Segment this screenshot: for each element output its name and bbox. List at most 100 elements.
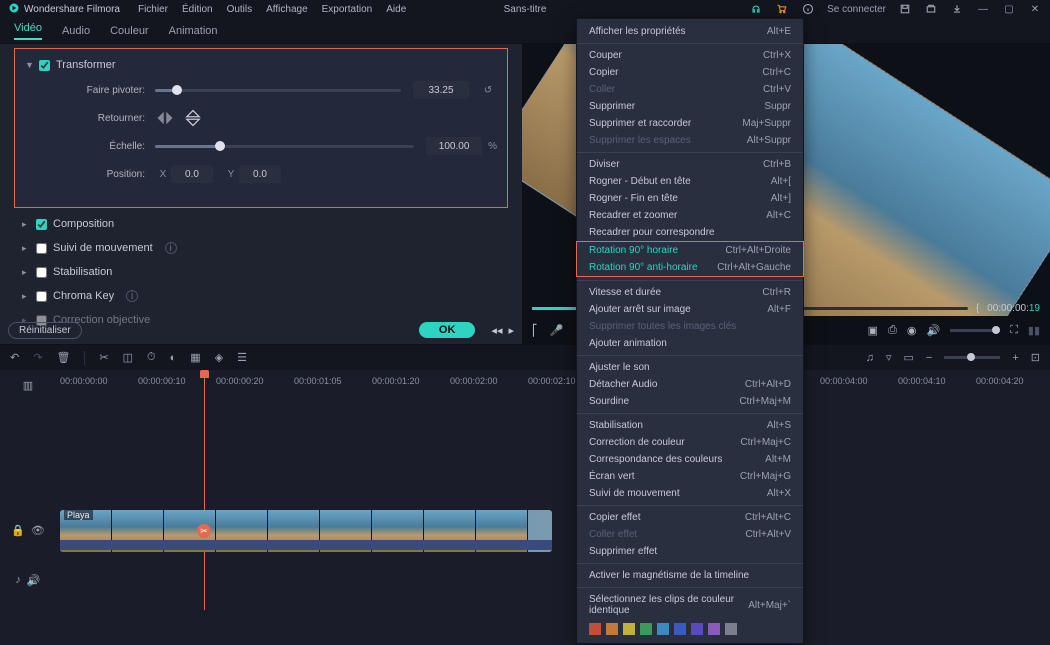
render-icon[interactable]: ▭ [904,351,914,364]
context-menu-item[interactable]: Écran vertCtrl+Maj+G [577,468,803,485]
context-menu-item[interactable]: StabilisationAlt+S [577,417,803,434]
undo-icon[interactable]: ↶ [10,351,19,364]
context-menu-item[interactable]: Activer le magnétisme de la timeline [577,567,803,584]
context-menu-item[interactable]: Suivi de mouvementAlt+X [577,485,803,502]
marker-icon[interactable]: ▿ [886,351,892,364]
context-menu-item[interactable]: DiviserCtrl+B [577,156,803,173]
context-menu-item[interactable]: Recadrer pour correspondre [577,224,803,241]
play-icon[interactable]: ▸ [508,324,514,337]
section-composition[interactable]: ▸Composition [0,212,522,236]
volume-slider[interactable] [950,329,1000,332]
tracking-checkbox[interactable] [36,243,47,254]
context-menu-item[interactable]: Ajouter animation [577,335,803,352]
crop-icon[interactable]: ◫ [123,351,133,364]
menu-file[interactable]: Fichier [138,4,168,15]
context-menu-item[interactable]: SourdineCtrl+Maj+M [577,393,803,410]
context-menu-item[interactable]: Rotation 90° anti-horaireCtrl+Alt+Gauche [577,259,803,276]
pos-y-value[interactable]: 0.0 [239,165,281,183]
rotate-reset-icon[interactable]: ↺ [479,85,497,96]
flip-vertical-icon[interactable] [183,109,203,127]
context-menu-item[interactable]: Correction de couleurCtrl+Maj+C [577,434,803,451]
pos-x-value[interactable]: 0.0 [171,165,213,183]
zoom-out-icon[interactable]: − [926,352,932,364]
tab-audio[interactable]: Audio [62,25,90,37]
voice-icon[interactable]: 🎤 [550,324,564,337]
keyframe-icon[interactable]: ☰ [237,351,247,364]
context-menu-item[interactable]: CopierCtrl+C [577,64,803,81]
track-visibility-icon[interactable]: 👁 [31,524,45,537]
section-stabilization[interactable]: ▸Stabilisation [0,260,522,284]
redo-icon[interactable]: ↷ [33,351,42,364]
record-icon[interactable]: ◉ [907,324,917,337]
color-swatch[interactable] [640,623,652,635]
collapse-icon[interactable]: ▼ [25,60,33,70]
tracking-icon[interactable]: ◈ [215,351,223,364]
rotate-value[interactable]: 33.25 [413,81,469,99]
context-menu-item[interactable]: Copier effetCtrl+Alt+C [577,509,803,526]
zoom-in-icon[interactable]: + [1012,352,1018,364]
section-tracking[interactable]: ▸Suivi de mouvementi [0,236,522,260]
color-swatch[interactable] [606,623,618,635]
tab-video[interactable]: Vidéo [14,22,42,40]
timeline-ruler[interactable]: 00:00:00:0000:00:00:1000:00:00:2000:00:0… [56,370,1050,400]
menu-view[interactable]: Affichage [266,4,308,15]
delete-icon[interactable]: 🗑 [56,351,70,364]
context-menu-item[interactable]: Recadrer et zoomerAlt+C [577,207,803,224]
cut-marker-icon[interactable]: ✂ [197,524,211,538]
download-icon[interactable] [950,2,964,16]
speed-icon[interactable]: ⏱ [147,351,156,364]
stabilization-checkbox[interactable] [36,267,47,278]
context-menu-item[interactable]: Supprimer et raccorderMaj+Suppr [577,115,803,132]
info-icon[interactable] [801,2,815,16]
color-icon[interactable]: ◐ [170,352,177,364]
meter-icon[interactable]: ▮▮ [1028,324,1040,337]
context-menu-item[interactable]: Sélectionnez les clips de couleur identi… [577,591,803,619]
snapshot-icon[interactable]: ⎙ [888,324,897,337]
color-swatch[interactable] [725,623,737,635]
rotate-slider[interactable] [155,89,401,92]
timeline-clip[interactable]: Playa [60,510,552,552]
tab-color[interactable]: Couleur [110,25,149,37]
flip-horizontal-icon[interactable] [155,109,175,127]
context-menu-item[interactable]: Rotation 90° horaireCtrl+Alt+Droite [577,242,803,259]
skip-back-icon[interactable]: ◂◂ [491,324,502,337]
tab-animation[interactable]: Animation [169,25,218,37]
composition-checkbox[interactable] [36,219,47,230]
context-menu-item[interactable]: Afficher les propriétésAlt+E [577,23,803,40]
signin-link[interactable]: Se connecter [827,4,886,15]
track-visibility-icon[interactable]: 🔊 [27,574,41,587]
help-icon[interactable]: i [126,290,138,302]
context-menu-item[interactable]: Correspondance des couleursAlt+M [577,451,803,468]
context-menu-item[interactable]: Vitesse et duréeCtrl+R [577,284,803,301]
context-menu-item[interactable]: Supprimer effet [577,543,803,560]
manage-tracks-icon[interactable]: ▥ [23,379,33,392]
chromakey-checkbox[interactable] [36,291,47,302]
close-button[interactable]: ✕ [1028,4,1042,15]
open-icon[interactable] [924,2,938,16]
menu-edit[interactable]: Édition [182,4,213,15]
menu-tools[interactable]: Outils [227,4,253,15]
zoom-slider[interactable] [944,356,1000,359]
ok-button[interactable]: OK [419,322,476,338]
color-swatch[interactable] [657,623,669,635]
mixer-icon[interactable]: ♫ [866,352,874,364]
transformer-checkbox[interactable] [39,60,50,71]
track-mute-icon[interactable]: ♪ [15,574,21,586]
context-menu-item[interactable]: Ajouter arrêt sur imageAlt+F [577,301,803,318]
fullscreen-icon[interactable]: ⛶ [1010,324,1018,337]
scale-slider[interactable] [155,145,414,148]
mark-in-icon[interactable]: ⎡ [532,324,538,337]
menu-help[interactable]: Aide [386,4,406,15]
color-swatch[interactable] [623,623,635,635]
support-icon[interactable] [749,2,763,16]
color-swatch[interactable] [589,623,601,635]
help-icon[interactable]: i [165,242,177,254]
color-swatch[interactable] [691,623,703,635]
context-menu-item[interactable]: SupprimerSuppr [577,98,803,115]
context-menu-item[interactable]: Rogner - Fin en têteAlt+] [577,190,803,207]
greenscreen-icon[interactable]: ▦ [190,351,200,364]
cart-icon[interactable] [775,2,789,16]
context-menu-item[interactable]: Détacher AudioCtrl+Alt+D [577,376,803,393]
context-menu-item[interactable]: CouperCtrl+X [577,47,803,64]
fit-icon[interactable]: ▣ [868,324,878,337]
